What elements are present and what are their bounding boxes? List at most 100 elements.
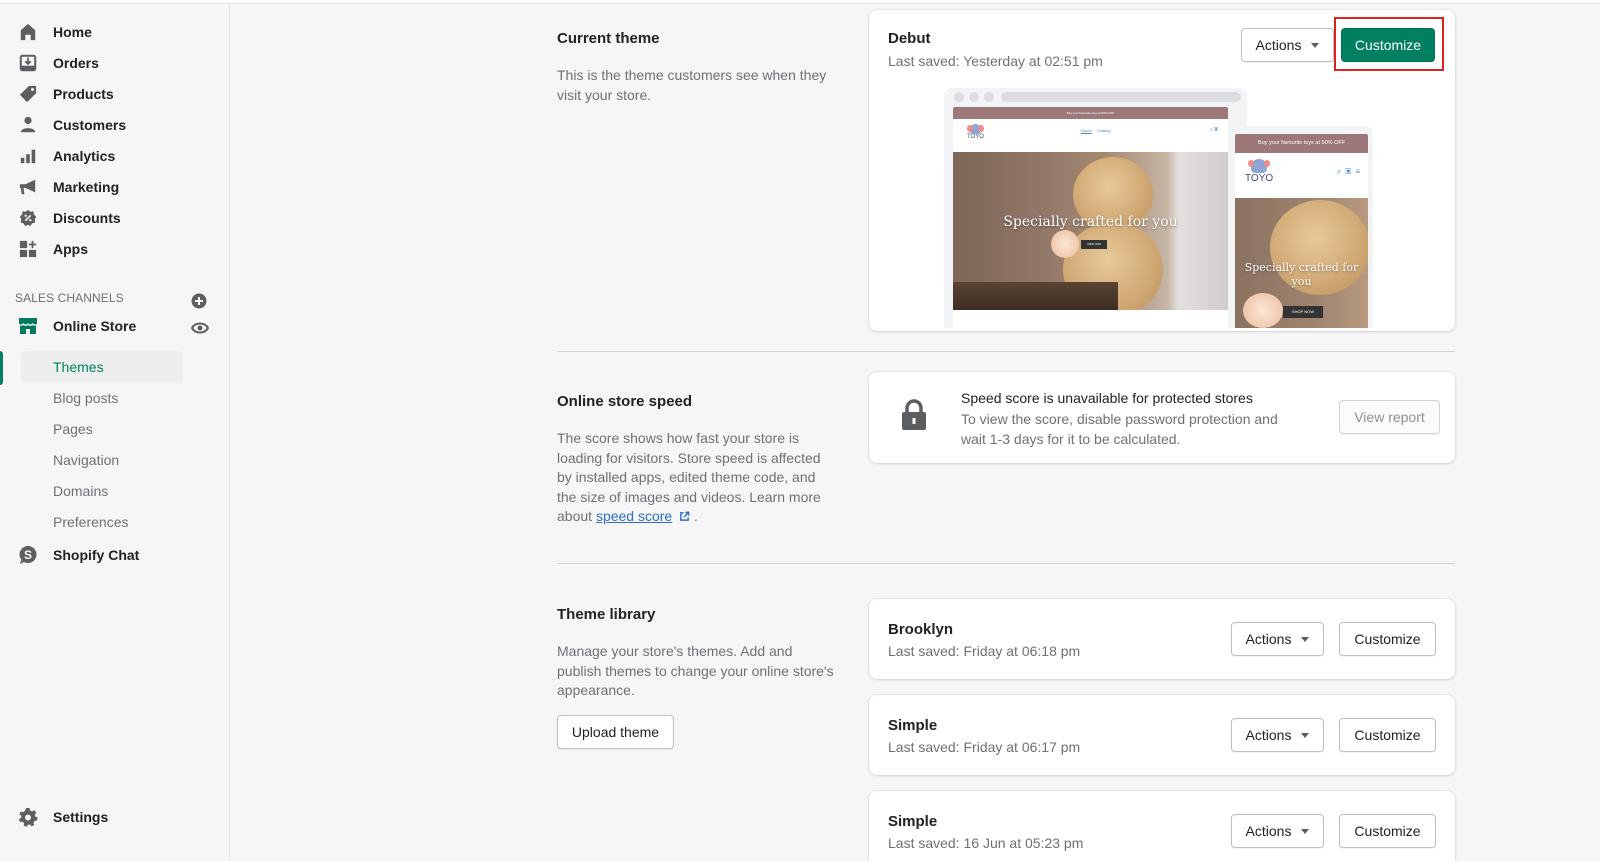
nav-label: Analytics [53, 148, 116, 164]
store-icons: ⌕ ▣ [1210, 127, 1218, 133]
hero-image: Specially crafted for you SHOP NOW [1235, 198, 1368, 328]
caret-down-icon [1301, 732, 1310, 738]
theme-card: Simple Last saved: 16 Jun at 05:23 pm Ac… [869, 791, 1455, 861]
orders-icon [18, 53, 38, 73]
elephant-icon [1248, 159, 1271, 173]
sub-item-pages[interactable]: Pages [21, 413, 183, 445]
nav-apps[interactable]: Apps [0, 233, 230, 265]
home-icon [18, 22, 38, 42]
store-logo: TOYO [966, 124, 984, 140]
desktop-preview: Buy your favourite toys at 50% OFF TOYO … [944, 88, 1247, 328]
theme-library-description: Manage your store's themes. Add and publ… [557, 643, 834, 698]
view-store-button[interactable] [190, 321, 210, 335]
nav-customers[interactable]: Customers [0, 109, 230, 141]
sub-item-label: Blog posts [53, 390, 119, 406]
customize-button[interactable]: Customize [1339, 622, 1436, 656]
nav-settings[interactable]: Settings [0, 801, 230, 833]
actions-label: Actions [1245, 631, 1292, 647]
actions-button[interactable]: Actions [1231, 814, 1324, 848]
sub-item-label: Pages [53, 421, 93, 437]
caret-down-icon [1301, 828, 1310, 834]
rose [1243, 293, 1283, 328]
theme-last-saved: Last saved: Friday at 06:18 pm [888, 643, 1081, 659]
nav-analytics[interactable]: Analytics [0, 140, 230, 172]
sub-item-blog-posts[interactable]: Blog posts [21, 382, 183, 414]
caret-down-icon [1301, 636, 1310, 642]
customize-label: Customize [1354, 823, 1421, 839]
view-report-button[interactable]: View report [1339, 400, 1440, 434]
sub-item-navigation[interactable]: Navigation [21, 444, 183, 476]
actions-button[interactable]: Actions [1231, 622, 1324, 656]
sub-item-domains[interactable]: Domains [21, 475, 183, 507]
nav-label: Online Store [53, 318, 137, 334]
current-theme-description: This is the theme customers see when the… [557, 67, 827, 103]
nav-label: Shopify Chat [53, 547, 140, 563]
hero-tagline: Specially crafted for you [1244, 261, 1359, 288]
add-sales-channel-button[interactable] [191, 293, 207, 309]
customize-button[interactable]: Customize [1339, 718, 1436, 752]
gear-icon [18, 807, 38, 827]
hero-tagline: Specially crafted for you [1003, 214, 1178, 230]
speed-heading: Speed score is unavailable for protected… [961, 390, 1253, 406]
mobile-page: Buy your favourite toys at 50% OFF TOYO … [1235, 134, 1368, 328]
nav-shopify-chat[interactable]: S Shopify Chat [0, 539, 230, 571]
nav-marketing[interactable]: Marketing [0, 171, 230, 203]
active-indicator [0, 351, 3, 385]
nav-label: Orders [53, 55, 99, 71]
desktop-page: Buy your favourite toys at 50% OFF TOYO … [953, 107, 1228, 328]
sub-item-preferences[interactable]: Preferences [21, 506, 183, 538]
chat-icon: S [18, 545, 38, 565]
store-nav: Home Catalog [1081, 128, 1111, 133]
upload-theme-button[interactable]: Upload theme [557, 715, 674, 749]
theme-name: Debut [888, 30, 931, 47]
shop-now-button: SHOP NOW [1081, 240, 1107, 249]
customize-label: Customize [1354, 727, 1421, 743]
theme-card: Brooklyn Last saved: Friday at 06:18 pm … [869, 599, 1455, 679]
actions-button[interactable]: Actions [1231, 718, 1324, 752]
window-dots [954, 92, 994, 102]
discount-icon [18, 208, 38, 228]
current-theme-title: Current theme [557, 30, 660, 47]
customize-label: Customize [1354, 631, 1421, 647]
sales-channels-heading: SALES CHANNELS [15, 291, 124, 305]
speed-score-link[interactable]: speed score [596, 508, 672, 524]
speed-body: To view the score, disable password prot… [961, 411, 1278, 447]
eye-icon [190, 322, 210, 334]
rose [1051, 230, 1079, 258]
announcement-bar: Buy your favourite toys at 50% OFF [1235, 134, 1368, 153]
url-bar [1001, 92, 1241, 102]
nav-label: Discounts [53, 210, 121, 226]
nav-label: Apps [53, 241, 88, 257]
store-speed-description: The score shows how fast your store is l… [557, 430, 821, 524]
theme-name: Brooklyn [888, 621, 954, 638]
theme-card: Simple Last saved: Friday at 06:17 pm Ac… [869, 695, 1455, 775]
nav-home[interactable]: Home [0, 16, 230, 48]
customize-button[interactable]: Customize [1339, 814, 1436, 848]
section-divider [557, 351, 1455, 352]
highlight-annotation [1334, 17, 1444, 71]
actions-label: Actions [1245, 823, 1292, 839]
elephant-icon [966, 124, 984, 134]
shop-now-button: SHOP NOW [1283, 306, 1323, 318]
sub-item-label: Themes [53, 359, 104, 375]
lock-icon [901, 399, 927, 434]
nav-products[interactable]: Products [0, 78, 230, 110]
speed-score-card: Speed score is unavailable for protected… [869, 372, 1455, 463]
sub-item-label: Domains [53, 483, 109, 499]
theme-last-saved: Last saved: 16 Jun at 05:23 pm [888, 835, 1084, 851]
nav-label: Marketing [53, 179, 120, 195]
theme-library-title: Theme library [557, 606, 656, 623]
store-header: TOYO Home Catalog ⌕ ▣ [953, 119, 1228, 152]
sub-item-themes[interactable]: Themes [21, 351, 183, 383]
actions-button[interactable]: Actions [1241, 28, 1334, 62]
nav-label: Products [53, 86, 114, 102]
apps-icon [18, 239, 38, 259]
mobile-preview: Buy your favourite toys at 50% OFF TOYO … [1228, 126, 1373, 328]
theme-name: Simple [888, 813, 938, 830]
nav-discounts[interactable]: Discounts [0, 202, 230, 234]
sub-item-label: Navigation [53, 452, 120, 468]
sub-item-label: Preferences [53, 514, 129, 530]
caret-down-icon [1311, 42, 1320, 48]
nav-orders[interactable]: Orders [0, 47, 230, 79]
plus-circle-icon [191, 293, 207, 309]
